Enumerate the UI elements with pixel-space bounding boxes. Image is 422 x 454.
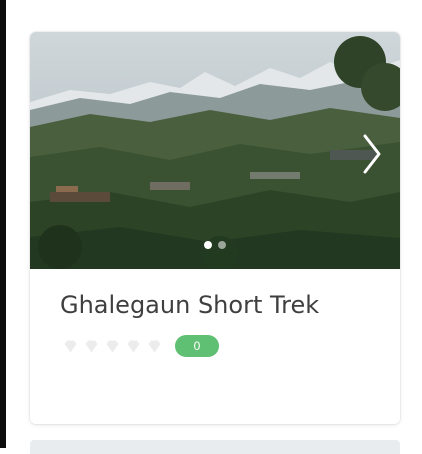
image-carousel[interactable]	[30, 32, 400, 269]
window-edge	[0, 0, 6, 448]
trek-title[interactable]: Ghalegaun Short Trek	[60, 291, 400, 319]
star-icon	[106, 340, 119, 352]
trek-card[interactable]: Ghalegaun Short Trek 0	[30, 32, 400, 424]
star-icon	[127, 340, 140, 352]
carousel-next-button[interactable]	[352, 124, 392, 184]
carousel-dot-2[interactable]	[218, 241, 226, 249]
star-rating	[62, 338, 163, 355]
review-count-badge: 0	[175, 335, 219, 357]
star-icon	[85, 340, 98, 352]
chevron-right-icon	[363, 134, 381, 174]
carousel-dot-1[interactable]	[204, 241, 212, 249]
star-icon	[148, 340, 161, 352]
trek-landscape-image	[30, 32, 400, 269]
rating-row: 0	[62, 335, 400, 357]
carousel-indicators	[30, 241, 400, 249]
next-trek-card[interactable]	[30, 440, 400, 454]
star-icon	[64, 340, 77, 352]
